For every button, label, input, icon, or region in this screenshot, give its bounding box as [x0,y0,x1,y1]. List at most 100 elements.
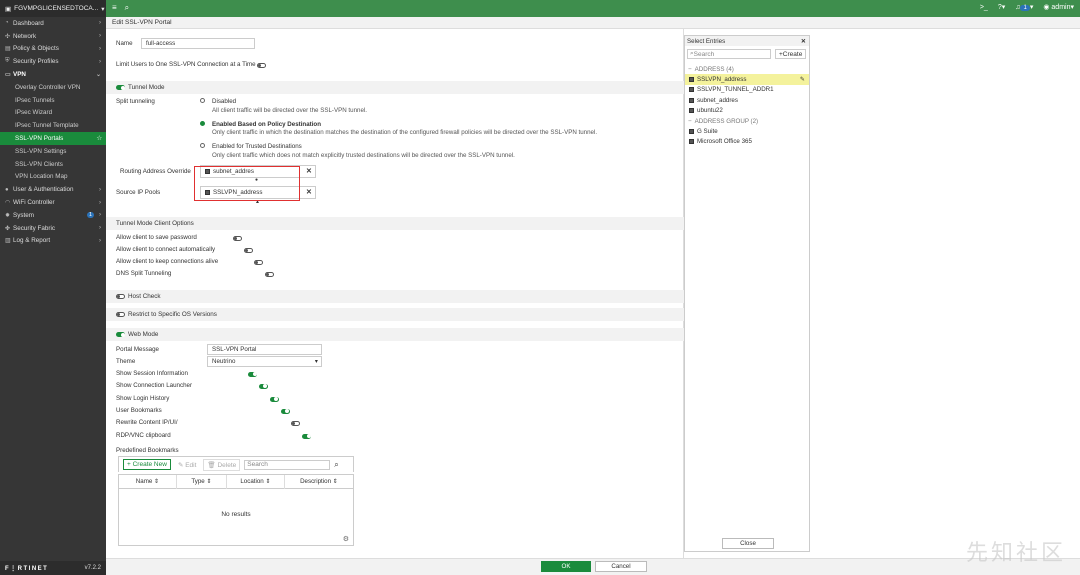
search-icon[interactable]: ⌕ [334,460,338,470]
sidebar-item-vpn-location-map[interactable]: VPN Location Map [0,171,106,184]
ok-button[interactable]: OK [541,561,591,572]
entry-sslvpn-tunnel-addr1[interactable]: SSLVPN_TUNNEL_ADDR1 [685,85,809,95]
bookmarks-search-input[interactable]: Search [244,459,331,470]
sidebar-item-label: VPN Location Map [15,173,68,181]
tunnel-mode-toggle[interactable] [116,85,125,90]
save-password-toggle[interactable] [232,235,242,241]
remove-routing-icon[interactable]: ✕ [306,167,312,175]
close-button[interactable]: Close [722,538,774,549]
login-history-label: Show Login History [116,395,170,402]
entry-address-4-[interactable]: − ADDRESS (4) [685,64,809,74]
collapse-icon[interactable]: − [688,118,692,125]
panel-header: Select Entries ✕ [685,36,809,46]
column-type[interactable]: Type ⇕ [177,474,227,489]
settings-gear-icon[interactable]: ⚙ [343,535,349,543]
keep-alive-toggle[interactable] [254,259,264,265]
hamburger-icon[interactable]: ≡ [112,3,117,13]
sidebar-item-label: Policy & Objects [13,45,59,53]
sidebar-item-ipsec-tunnels[interactable]: IPsec Tunnels [0,94,106,107]
collapse-icon[interactable]: − [688,66,692,73]
column-name[interactable]: Name ⇕ [119,474,177,489]
rewrite-content-toggle[interactable] [291,420,301,426]
sidebar-item-ipsec-wizard[interactable]: IPsec Wizard [0,107,106,120]
help-icon[interactable]: ?▾ [998,3,1005,11]
chevron-down-icon: ▾ [314,358,318,365]
remove-pool-icon[interactable]: ✕ [306,188,312,196]
auto-connect-toggle[interactable] [243,247,253,253]
create-new-button[interactable]: + Create New [123,459,171,470]
bottom-bar [106,558,1080,575]
split-tunneling-label: Split tunneling [116,98,155,105]
sidebar-item-user-authentication[interactable]: ● User & Authentication › [0,183,106,196]
split-trusted-radio[interactable] [200,143,205,148]
cli-icon[interactable]: >_ [980,4,988,11]
policy-icon: ▤ [5,46,11,53]
rdp-clipboard-toggle[interactable] [302,433,312,439]
bell-icon[interactable]: ♫ 1 ▾ [1015,3,1033,11]
web-mode-toggle[interactable] [116,332,125,337]
sidebar-item-security-fabric[interactable]: ✤ Security Fabric › [0,222,106,235]
sidebar-item-ssl-vpn-clients[interactable]: SSL-VPN Clients [0,158,106,171]
dns-split-toggle[interactable] [265,271,275,277]
portal-message-input[interactable]: SSL-VPN Portal [207,344,322,355]
create-button[interactable]: + Create [775,49,807,59]
session-info-toggle[interactable] [248,371,258,377]
connection-launcher-toggle[interactable] [258,383,268,389]
sidebar-item-policy-objects[interactable]: ▤ Policy & Objects › [0,43,106,56]
edit-button[interactable]: ✎ Edit [175,460,199,470]
close-icon[interactable]: ✕ [801,38,806,45]
sidebar-item-label: WiFi Controller [13,199,55,207]
entry-address-group-2-[interactable]: − ADDRESS GROUP (2) [685,116,809,126]
hostname-selector[interactable]: ▣ FGVMPGLICENSEDTOCA... ▾ [0,0,106,17]
sidebar-item-ssl-vpn-portals[interactable]: SSL-VPN Portals ☆ [0,132,106,145]
sidebar-item-ipsec-tunnel-template[interactable]: IPsec Tunnel Template [0,119,106,132]
column-description[interactable]: Description ⇕ [285,475,353,489]
sidebar-item-label: SSL-VPN Portals [15,135,64,143]
sidebar-item-ssl-vpn-settings[interactable]: SSL-VPN Settings [0,145,106,158]
delete-button[interactable]: 🗑 Delete [203,458,241,471]
search-icon[interactable]: ⌕ [125,3,129,13]
entry-g-suite[interactable]: G Suite [685,126,809,136]
edit-icon[interactable]: ✎ [800,76,805,83]
limit-users-toggle[interactable] [257,62,266,68]
panel-search-input[interactable]: ⌕ Search [687,49,771,59]
user-bookmarks-toggle[interactable] [280,408,290,414]
cancel-button[interactable]: Cancel [595,561,647,572]
entry-sslvpn-address[interactable]: SSLVPN_address ✎ [685,74,809,85]
user-menu[interactable]: ◉ admin▾ [1043,3,1074,11]
column-location[interactable]: Location ⇕ [227,474,285,489]
sidebar-item-label: Security Profiles [13,58,59,66]
sidebar-item-label: System [13,211,34,219]
host-check-toggle[interactable] [116,294,125,299]
theme-select[interactable]: Neutrino ▾ [207,356,322,367]
entry-label: SSLVPN_TUNNEL_ADDR1 [697,86,774,94]
avatar: ◉ [1043,4,1050,11]
split-disabled-radio[interactable] [200,98,205,103]
sidebar-item-security-profiles[interactable]: ⛨ Security Profiles › [0,55,106,68]
sidebar-item-vpn[interactable]: ▭ VPN ⌄ [0,68,106,81]
user-bookmarks-label: User Bookmarks [116,407,162,414]
chevron-down-icon: ▾ [101,5,105,13]
table-header: Name ⇕ Type ⇕ Location ⇕ Description ⇕ [119,474,353,489]
entry-subnet-addres[interactable]: subnet_addres [685,95,809,105]
entry-label: Microsoft Office 365 [697,138,752,146]
star-icon[interactable]: ☆ [96,135,102,142]
restrict-os-toggle[interactable] [116,312,125,317]
split-policy-radio[interactable] [200,121,205,126]
sidebar-item-overlay-controller-vpn[interactable]: Overlay Controller VPN [0,81,106,94]
entry-ubuntu22[interactable]: ubuntu22 [685,106,809,116]
login-history-toggle[interactable] [269,396,279,402]
sidebar-item-wifi-controller[interactable]: ◠ WiFi Controller › [0,196,106,209]
chevron-icon: › [99,20,101,27]
portal-message-label: Portal Message [116,346,159,353]
keep-alive-label: Allow client to keep connections alive [116,258,219,265]
sidebar-item-system[interactable]: ✸ System › 1 [0,209,106,222]
entry-label: SSLVPN_address [697,76,747,84]
sidebar-item-network[interactable]: ✣ Network › [0,30,106,43]
sidebar-item-label: User & Authentication [13,186,74,194]
sidebar-item-dashboard[interactable]: ◔ Dashboard › [0,17,106,30]
sidebar-item-log-report[interactable]: ▥ Log & Report › [0,235,106,248]
split-trusted-desc: Only client traffic which does not match… [212,152,515,159]
name-input[interactable]: full-access [141,38,255,49]
entry-microsoft-office-365[interactable]: Microsoft Office 365 [685,137,809,147]
